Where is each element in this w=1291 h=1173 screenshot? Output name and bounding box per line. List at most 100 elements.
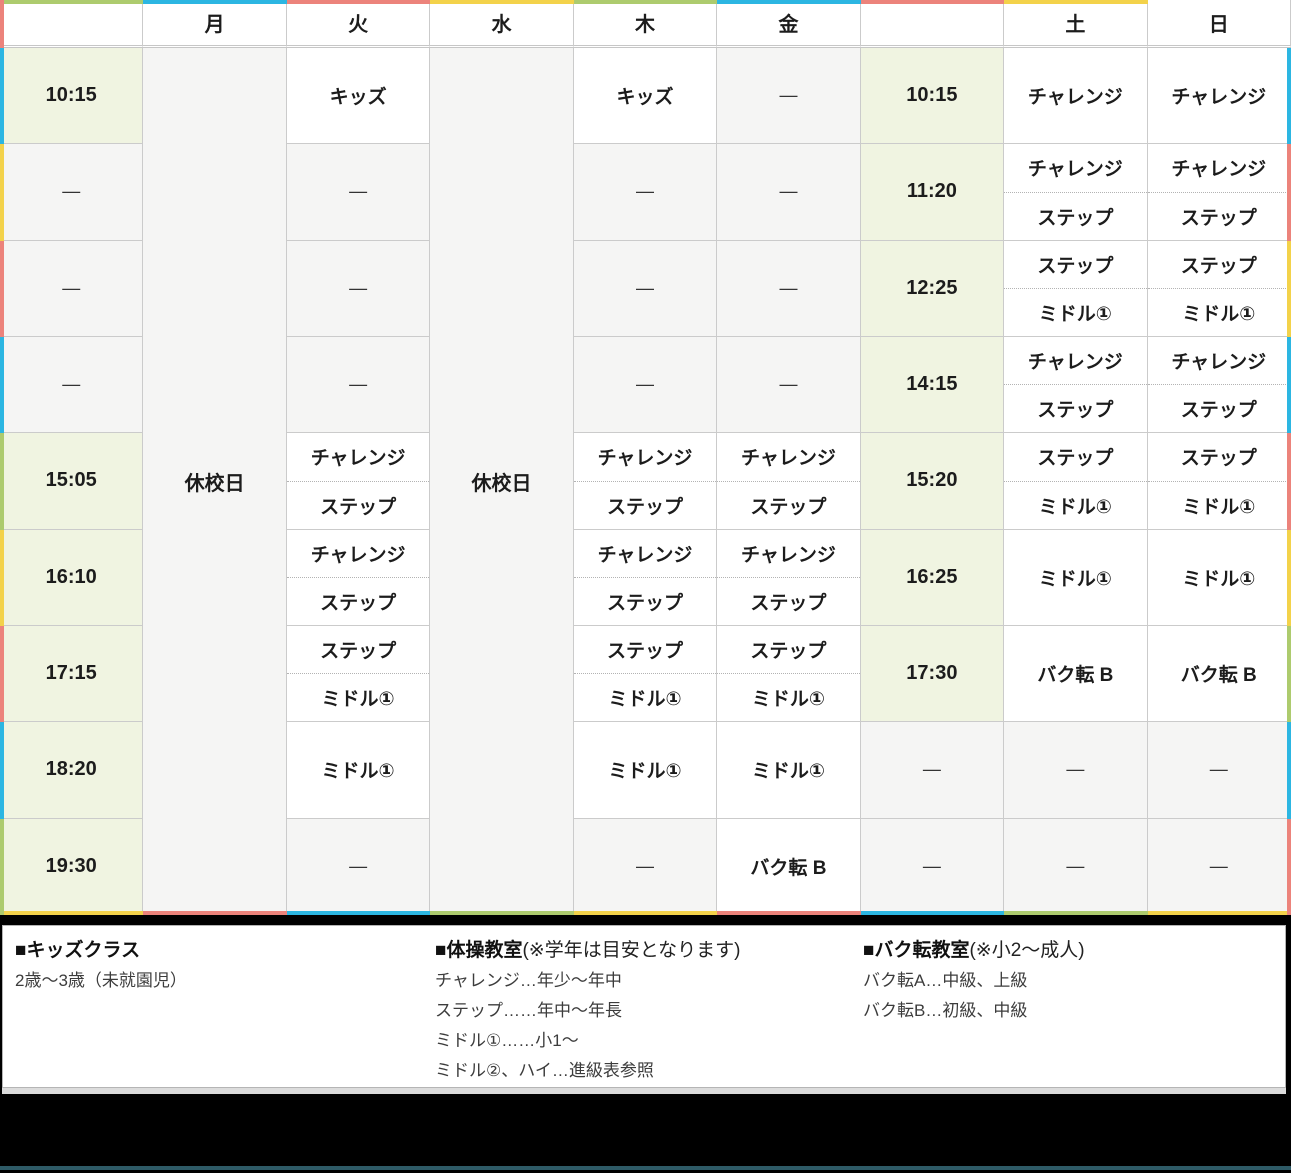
border-segment <box>1287 337 1291 433</box>
border-segment <box>0 241 4 337</box>
border-segment <box>1004 0 1147 4</box>
schedule-cell-empty: — <box>574 337 717 433</box>
schedule-cell-split: ステップ ミドル① <box>1148 241 1291 337</box>
class-entry: ステップ <box>287 482 429 529</box>
class-entry: ステップ <box>1004 433 1146 481</box>
border-segment <box>1287 241 1291 337</box>
border-segment <box>717 0 860 4</box>
border-segment <box>0 433 4 529</box>
class-entry: ミドル① <box>1004 289 1146 336</box>
legend-line: ミドル①……小1〜 <box>435 1026 741 1056</box>
border-segment <box>0 337 4 433</box>
corner-header-cell <box>0 0 143 48</box>
legend-backflip-title: ■バク転教室(※小2〜成人) <box>863 936 1085 966</box>
legend-line: ステップ……年中〜年長 <box>435 996 741 1026</box>
day-header-wed: 水 <box>430 0 573 48</box>
schedule-cell-split: ステップ ミドル① <box>1004 433 1147 529</box>
schedule-cell: ミドル① <box>717 722 860 818</box>
time-cell: 11:20 <box>861 144 1004 240</box>
legend-line: バク転B…初級、中級 <box>863 996 1085 1026</box>
class-entry: ミドル① <box>1148 289 1290 336</box>
schedule-cell-split: チャレンジ ステップ <box>1148 337 1291 433</box>
day-header-fri: 金 <box>717 0 860 48</box>
border-segment <box>287 911 430 915</box>
legend-line: 2歳〜3歳（未就園児） <box>15 966 187 996</box>
day-header-thu: 木 <box>574 0 717 48</box>
class-entry: ステップ <box>717 482 859 529</box>
border-segment <box>861 0 1004 4</box>
time-cell: 18:20 <box>0 722 143 818</box>
schedule-cell-empty: — <box>717 144 860 240</box>
border-segment <box>1287 48 1291 144</box>
legend-title-note: (※小2〜成人) <box>969 940 1084 961</box>
legend-title-bold: ■バク転教室 <box>863 940 969 961</box>
time-cell: 15:05 <box>0 433 143 529</box>
border-segment <box>1287 626 1291 722</box>
class-entry: ステップ <box>1148 385 1290 432</box>
border-segment <box>0 626 4 722</box>
legend-kids-title: ■キッズクラス <box>15 936 187 966</box>
border-segment <box>1287 722 1291 818</box>
border-segment <box>430 911 573 915</box>
legend-panel: ■キッズクラス 2歳〜3歳（未就園児） ■体操教室(※学年は目安となります) チ… <box>2 925 1286 1088</box>
border-segment <box>143 0 286 4</box>
time-cell-empty: — <box>0 241 143 337</box>
schedule-cell-empty: — <box>287 819 430 915</box>
class-entry: ミドル① <box>1148 482 1290 529</box>
schedule-cell-empty: — <box>717 337 860 433</box>
class-entry: チャレンジ <box>1148 337 1290 385</box>
schedule-cell-split: チャレンジ ステップ <box>717 433 860 529</box>
schedule-cell: ミドル① <box>1004 530 1147 626</box>
schedule-cell-split: チャレンジ ステップ <box>1004 337 1147 433</box>
legend-gymnastics: ■体操教室(※学年は目安となります) チャレンジ…年少〜年中 ステップ……年中〜… <box>435 936 741 1086</box>
legend-gymnastics-title: ■体操教室(※学年は目安となります) <box>435 936 741 966</box>
schedule-cell: キッズ <box>287 48 430 144</box>
class-entry: ミドル① <box>1004 482 1146 529</box>
day-header-tue: 火 <box>287 0 430 48</box>
legend-line: ミドル②、ハイ…進級表参照 <box>435 1056 741 1086</box>
schedule-cell-empty: — <box>1148 819 1291 915</box>
class-entry: ステップ <box>574 578 716 625</box>
schedule-cell-split: ステップ ミドル① <box>1004 241 1147 337</box>
class-entry: ステップ <box>1148 193 1290 240</box>
schedule-cell: バク転 B <box>717 819 860 915</box>
schedule-cell-empty: — <box>717 48 860 144</box>
schedule-cell: チャレンジ <box>1148 48 1291 144</box>
time-cell: 19:30 <box>0 819 143 915</box>
schedule-cell: バク転 B <box>1148 626 1291 722</box>
class-entry: ステップ <box>1148 433 1290 481</box>
border-segment <box>1287 0 1291 48</box>
border-segment <box>1148 0 1291 4</box>
schedule-cell-split: チャレンジ ステップ <box>574 530 717 626</box>
closed-cell-mon: 休校日 <box>143 48 286 915</box>
time-cell: 10:15 <box>0 48 143 144</box>
schedule-cell-split: チャレンジ ステップ <box>1004 144 1147 240</box>
schedule-cell-split: ステップ ミドル① <box>1148 433 1291 529</box>
border-segment <box>287 0 430 4</box>
schedule-cell: ミドル① <box>1148 530 1291 626</box>
border-segment <box>0 144 4 240</box>
schedule-cell-empty: — <box>1148 722 1291 818</box>
class-entry: チャレンジ <box>1148 144 1290 192</box>
schedule-cell-split: チャレンジ ステップ <box>287 433 430 529</box>
table-border-bottom <box>0 911 1291 915</box>
class-entry: ミドル① <box>574 674 716 721</box>
time-cell: 14:15 <box>861 337 1004 433</box>
schedule-cell-empty: — <box>1004 722 1147 818</box>
table-border-left <box>0 0 4 915</box>
border-segment <box>861 911 1004 915</box>
border-segment <box>143 911 286 915</box>
day-header-sun: 日 <box>1148 0 1291 48</box>
time-cell-empty: — <box>861 722 1004 818</box>
time-cell: 12:25 <box>861 241 1004 337</box>
schedule-cell-empty: — <box>717 241 860 337</box>
schedule-cell-empty: — <box>574 819 717 915</box>
schedule-cell-empty: — <box>1004 819 1147 915</box>
table-border-right <box>1287 0 1291 915</box>
schedule-cell-empty: — <box>574 144 717 240</box>
time-cell: 16:10 <box>0 530 143 626</box>
schedule-cell: バク転 B <box>1004 626 1147 722</box>
border-segment <box>1004 911 1147 915</box>
border-segment <box>0 819 4 915</box>
schedule-cell-split: チャレンジ ステップ <box>1148 144 1291 240</box>
